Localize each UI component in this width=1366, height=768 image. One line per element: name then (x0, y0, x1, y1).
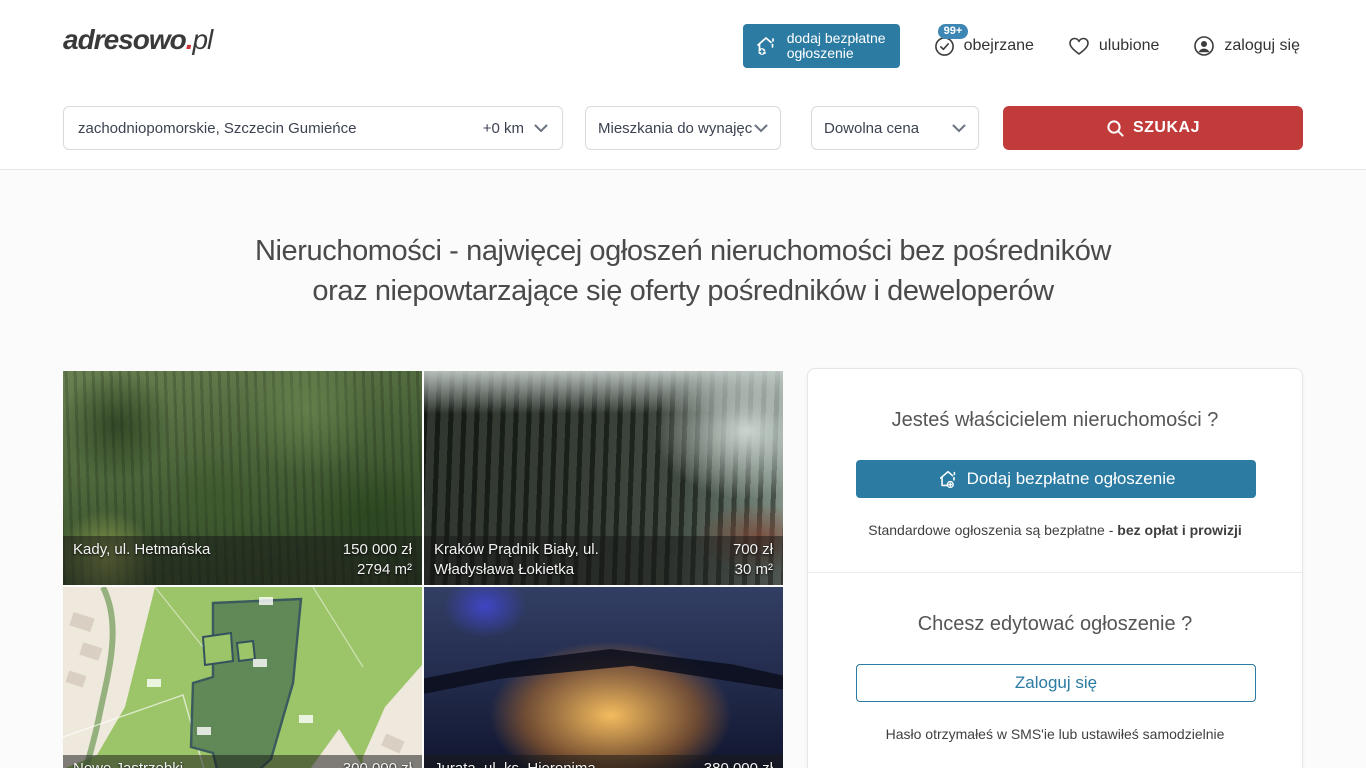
listing-card[interactable]: Nowe Jastrzębki 300 000 zł (63, 587, 422, 768)
house-add-icon (754, 34, 778, 58)
house-add-icon (937, 468, 959, 490)
page: adresowo.pl dodaj bezpłatne ogłoszenie (0, 0, 1366, 768)
listing-photo-night-gazebo (424, 587, 783, 768)
chevron-down-icon (754, 124, 768, 133)
listing-address: Kady, ul. Hetmańska (73, 540, 210, 580)
header-divider (0, 169, 1366, 170)
listing-price-area: 300 000 zł (343, 759, 412, 768)
add-listing-sidebar-button[interactable]: Dodaj bezpłatne ogłoszenie (856, 460, 1256, 498)
sidebar: Jesteś właścicielem nieruchomości ? Doda… (807, 368, 1303, 768)
listing-address: Jurata, ul. ks. Hieronima (434, 759, 596, 768)
listing-caption: Jurata, ul. ks. Hieronima 380 000 zł (424, 755, 783, 768)
check-circle-icon (934, 36, 955, 57)
logo[interactable]: adresowo.pl (63, 24, 212, 56)
property-type-select[interactable]: Mieszkania do wynajęc (585, 106, 781, 150)
listing-address: Nowe Jastrzębki (73, 759, 183, 768)
page-title: Nieruchomości - najwięcej ogłoszeń nieru… (0, 231, 1366, 311)
listing-card[interactable]: Kraków Prądnik Biały, ul. Władysława Łok… (424, 371, 783, 585)
logo-main: adresowo (63, 24, 186, 55)
chevron-down-icon[interactable] (534, 124, 548, 133)
search-bar: zachodniopomorskie, Szczecin Gumieńce +0… (63, 106, 1303, 150)
property-type-value: Mieszkania do wynajęc (598, 120, 752, 137)
chevron-down-icon (952, 124, 966, 133)
listing-card[interactable]: Jurata, ul. ks. Hieronima 380 000 zł (424, 587, 783, 768)
listing-grid: Kady, ul. Hetmańska 150 000 zł 2794 m² K… (63, 371, 783, 768)
listing-caption: Kady, ul. Hetmańska 150 000 zł 2794 m² (63, 536, 422, 585)
user-circle-icon (1193, 35, 1215, 57)
favorites-link[interactable]: ulubione (1068, 36, 1160, 56)
favorites-label: ulubione (1099, 37, 1160, 55)
edit-section: Chcesz edytować ogłoszenie ? Zaloguj się… (808, 573, 1302, 768)
search-button-label: SZUKAJ (1133, 119, 1200, 137)
listing-price: 700 zł (733, 541, 773, 558)
radius-value: +0 km (483, 120, 524, 137)
listing-price-area: 380 000 zł (704, 759, 773, 768)
listing-area: 30 m² (735, 561, 773, 578)
listing-price: 380 000 zł (704, 760, 773, 768)
listing-price: 300 000 zł (343, 760, 412, 768)
search-button[interactable]: SZUKAJ (1003, 106, 1303, 150)
owner-section: Jesteś właścicielem nieruchomości ? Doda… (808, 369, 1302, 572)
listing-caption: Kraków Prądnik Biały, ul. Władysława Łok… (424, 536, 783, 585)
header-actions: dodaj bezpłatne ogłoszenie 99+ obejrzane (743, 24, 1300, 68)
login-link[interactable]: zaloguj się (1193, 35, 1300, 57)
location-input[interactable]: zachodniopomorskie, Szczecin Gumieńce +0… (63, 106, 563, 150)
listing-address: Kraków Prądnik Biały, ul. Władysława Łok… (434, 540, 644, 580)
price-value: Dowolna cena (824, 120, 919, 137)
login-label: zaloguj się (1224, 37, 1300, 55)
listing-price: 150 000 zł (343, 541, 412, 558)
listing-card[interactable]: Kady, ul. Hetmańska 150 000 zł 2794 m² (63, 371, 422, 585)
add-listing-sidebar-label: Dodaj bezpłatne ogłoszenie (967, 469, 1176, 489)
listing-caption: Nowe Jastrzębki 300 000 zł (63, 755, 422, 768)
viewed-count-badge: 99+ (938, 24, 969, 39)
add-listing-header-button[interactable]: dodaj bezpłatne ogłoszenie (743, 24, 900, 68)
location-value: zachodniopomorskie, Szczecin Gumieńce (78, 120, 483, 137)
edit-heading: Chcesz edytować ogłoszenie ? (856, 613, 1254, 636)
owner-note: Standardowe ogłoszenia są bezpłatne - be… (856, 522, 1254, 538)
price-select[interactable]: Dowolna cena (811, 106, 979, 150)
search-icon (1106, 119, 1125, 138)
heart-icon (1068, 36, 1090, 56)
listing-area: 2794 m² (357, 561, 412, 578)
listing-photo-cadastral-map (63, 587, 422, 768)
login-sidebar-button[interactable]: Zaloguj się (856, 664, 1256, 702)
viewed-link[interactable]: 99+ obejrzane (934, 36, 1034, 57)
header: adresowo.pl dodaj bezpłatne ogłoszenie (0, 0, 1366, 88)
listing-price-area: 150 000 zł 2794 m² (343, 540, 412, 580)
add-listing-label: dodaj bezpłatne ogłoszenie (787, 31, 886, 61)
viewed-label: obejrzane (964, 37, 1034, 55)
owner-heading: Jesteś właścicielem nieruchomości ? (856, 409, 1254, 432)
edit-note: Hasło otrzymałeś w SMS'ie lub ustawiłeś … (856, 726, 1254, 742)
listing-price-area: 700 zł 30 m² (733, 540, 773, 580)
logo-tld: pl (192, 24, 212, 55)
